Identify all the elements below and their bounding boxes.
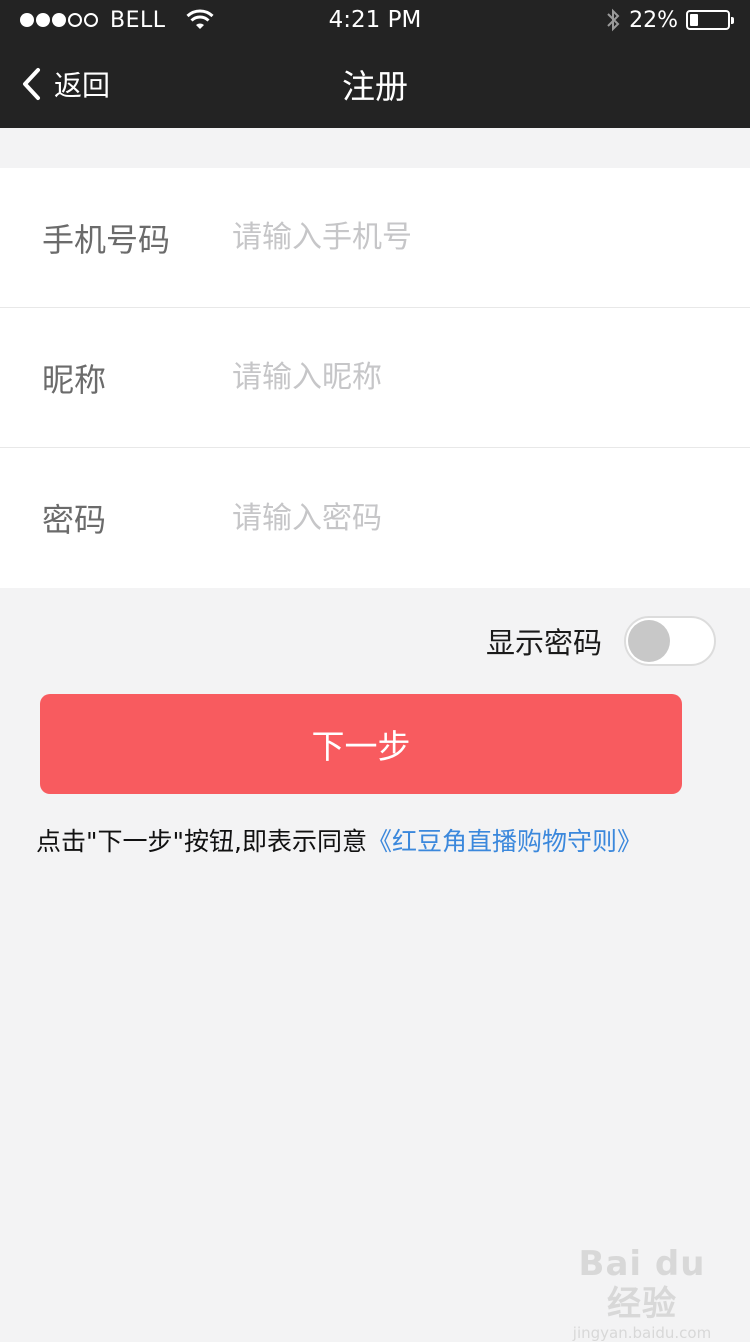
status-right: 22% <box>605 0 730 40</box>
page-title: 注册 <box>0 40 750 128</box>
signal-dot <box>84 13 98 27</box>
carrier-name: BELL <box>110 8 166 33</box>
back-label: 返回 <box>54 64 110 104</box>
phone-row: 手机号码 <box>0 168 750 308</box>
phone-label: 手机号码 <box>0 215 232 261</box>
battery-fill <box>690 14 698 26</box>
nickname-input[interactable] <box>232 338 750 418</box>
battery-percent: 22% <box>629 8 678 33</box>
watermark-logo: Bai du 经验 <box>572 1244 712 1324</box>
bluetooth-icon <box>605 8 621 32</box>
phone-input[interactable] <box>232 198 750 278</box>
chevron-left-icon <box>20 67 42 101</box>
status-left: BELL <box>20 0 214 40</box>
next-step-button[interactable]: 下一步 <box>40 694 682 794</box>
show-password-row: 显示密码 <box>486 616 716 666</box>
nav-bar: 返回 注册 <box>0 40 750 128</box>
signal-dot <box>68 13 82 27</box>
agreement-link[interactable]: 《红豆角直播购物守则》 <box>367 822 642 858</box>
toggle-knob <box>628 620 670 662</box>
show-password-label: 显示密码 <box>486 620 602 662</box>
signal-dots-icon <box>20 13 100 27</box>
agreement-text: 点击"下一步"按钮,即表示同意 <box>36 822 367 858</box>
back-button[interactable]: 返回 <box>20 40 110 128</box>
baidu-jingyan-watermark: Bai du 经验 jingyan.baidu.com <box>572 1244 712 1310</box>
password-input[interactable] <box>232 478 750 558</box>
battery-icon <box>686 10 730 30</box>
agreement-notice: 点击"下一步"按钮,即表示同意 《红豆角直播购物守则》 <box>36 820 726 860</box>
signal-dot <box>20 13 34 27</box>
wifi-icon <box>186 9 214 31</box>
password-row: 密码 <box>0 448 750 588</box>
signal-dot <box>52 13 66 27</box>
signal-dot <box>36 13 50 27</box>
watermark-url: jingyan.baidu.com <box>572 1324 712 1342</box>
register-form: 手机号码 昵称 密码 <box>0 168 750 588</box>
nickname-label: 昵称 <box>0 355 232 401</box>
password-label: 密码 <box>0 495 232 541</box>
show-password-toggle[interactable] <box>624 616 716 666</box>
status-bar: BELL 4:21 PM 22% <box>0 0 750 40</box>
nickname-row: 昵称 <box>0 308 750 448</box>
